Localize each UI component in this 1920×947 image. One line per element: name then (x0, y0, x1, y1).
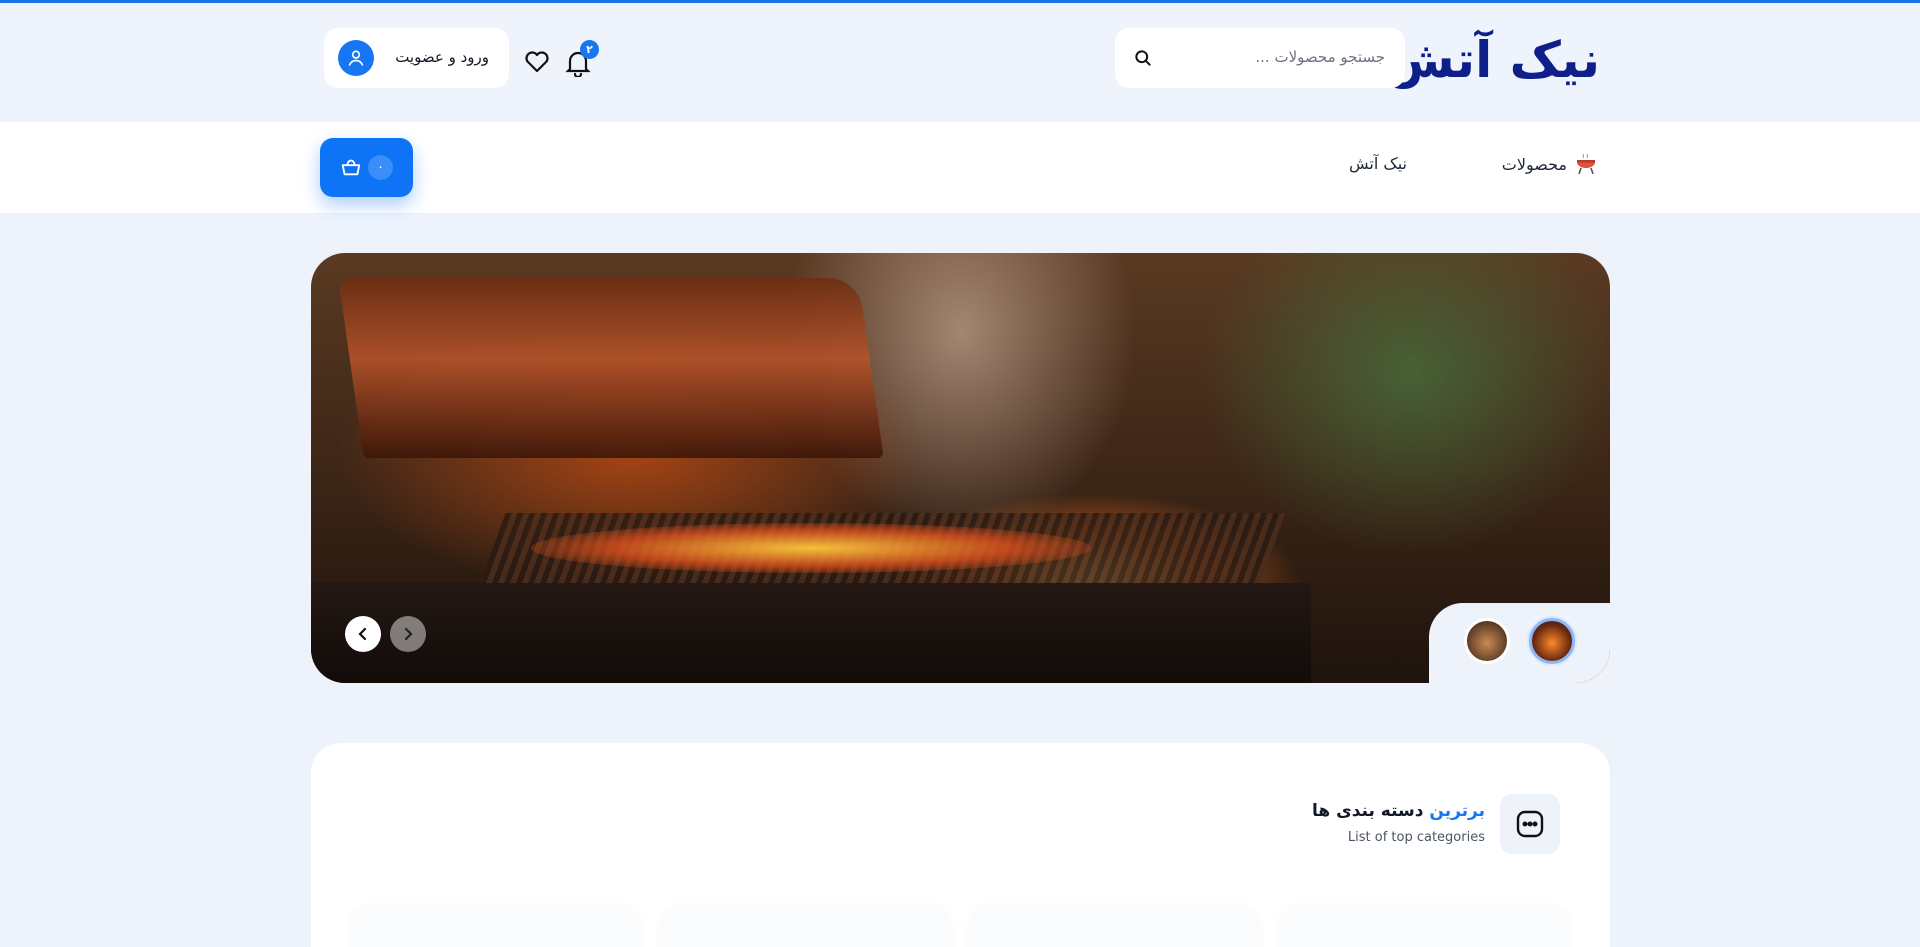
categories-icon-box (1500, 794, 1560, 854)
hero-image-food (531, 523, 1091, 573)
search-icon[interactable] (1133, 48, 1153, 68)
category-card[interactable] (970, 906, 1260, 947)
login-label: ورود و عضویت (395, 48, 489, 66)
hero-image-grill-lid (338, 278, 884, 458)
hero-image-grill-body (311, 583, 1311, 683)
top-categories-section: برترین دسته بندی ها List of top categori… (311, 743, 1610, 947)
heart-icon[interactable] (524, 50, 550, 74)
categories-title-accent: برترین (1429, 801, 1485, 821)
category-card[interactable] (1280, 906, 1570, 947)
chat-dots-icon (1516, 810, 1544, 838)
slide-thumb-1[interactable] (1464, 618, 1510, 664)
cart-button[interactable]: ۰ (320, 138, 413, 197)
site-logo[interactable]: نیک آتش (1386, 31, 1601, 89)
nav-item-brand[interactable]: نیک آتش (1349, 154, 1407, 173)
chevron-left-icon (358, 627, 367, 641)
categories-title-rest: دسته بندی ها (1312, 801, 1424, 821)
main-nav: محصولات نیک آتش ۰ (0, 122, 1920, 213)
category-card[interactable] (350, 906, 640, 947)
site-header: نیک آتش جستجو محصولات ... ورود و عضویت ۲ (0, 3, 1920, 122)
chevron-right-icon (404, 627, 413, 641)
nav-item-products[interactable]: محصولات (1502, 154, 1597, 174)
login-button[interactable]: ورود و عضویت (324, 28, 509, 88)
category-card[interactable] (660, 906, 950, 947)
categories-title: برترین دسته بندی ها (1312, 801, 1485, 821)
slide-thumb-2-active[interactable] (1529, 618, 1575, 664)
nav-item-brand-label: نیک آتش (1349, 154, 1407, 173)
hero-slider[interactable] (311, 253, 1610, 683)
slider-prev-button[interactable] (390, 616, 426, 652)
slider-next-button[interactable] (345, 616, 381, 652)
cart-count-badge: ۰ (368, 155, 393, 180)
notification-badge: ۲ (580, 40, 599, 59)
nav-item-products-label: محصولات (1501, 154, 1567, 174)
categories-subtitle: List of top categories (1347, 830, 1485, 845)
search-input[interactable]: جستجو محصولات ... (1255, 48, 1385, 66)
search-box[interactable]: جستجو محصولات ... (1115, 28, 1405, 88)
basket-icon (341, 159, 361, 176)
hero-thumbs-panel (1429, 603, 1610, 683)
user-icon (338, 40, 374, 76)
grill-icon (1577, 154, 1595, 174)
